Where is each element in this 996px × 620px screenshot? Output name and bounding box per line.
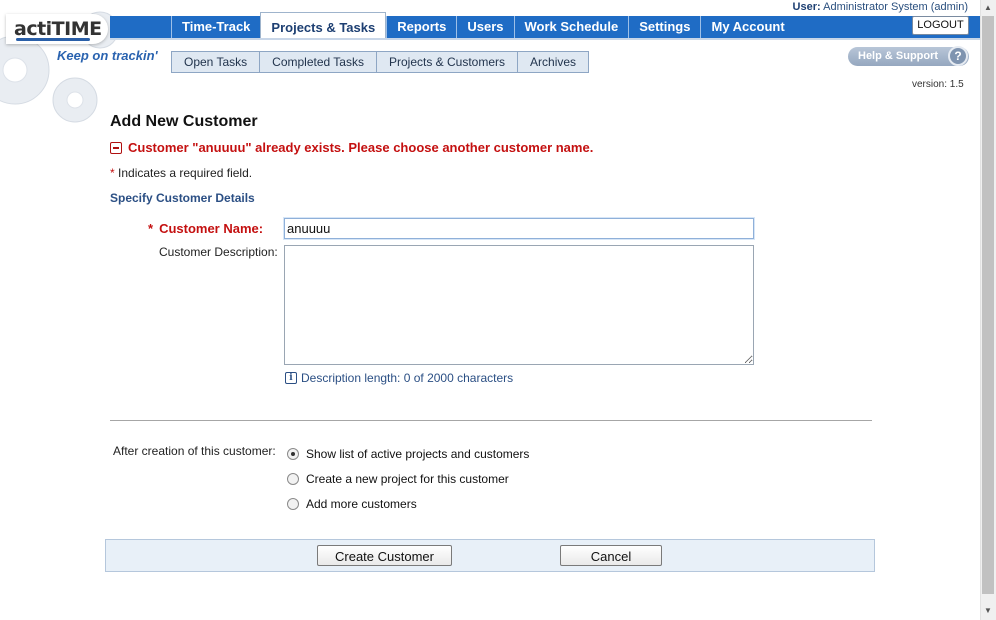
logout-button[interactable]: LOGOUT xyxy=(912,16,969,35)
subtab-archives[interactable]: Archives xyxy=(518,51,590,73)
radio-label: Create a new project for this customer xyxy=(306,472,509,486)
logo-text: actiTIME xyxy=(14,18,102,40)
after-creation-label: After creation of this customer: xyxy=(113,444,276,458)
tagline: Keep on trackin' xyxy=(57,48,158,63)
scrollbar-thumb[interactable] xyxy=(982,16,994,594)
user-name: Administrator System (admin) xyxy=(823,1,968,13)
required-star: * xyxy=(148,221,154,236)
customer-name-input[interactable] xyxy=(283,217,755,240)
subtab-projects-customers[interactable]: Projects & Customers xyxy=(376,51,519,73)
version-label: version: 1.5 xyxy=(912,79,964,90)
create-customer-button[interactable]: Create Customer xyxy=(317,545,452,566)
help-support-button[interactable]: Help & Support ? xyxy=(848,46,969,66)
required-field-note: * Indicates a required field. xyxy=(110,166,252,180)
customer-name-label-text: Customer Name: xyxy=(159,221,264,236)
tab-reports[interactable]: Reports xyxy=(386,16,456,38)
customer-name-label: * Customer Name: xyxy=(148,221,263,236)
required-note-text: Indicates a required field. xyxy=(114,166,253,180)
user-info: User: Administrator System (admin) xyxy=(793,1,968,13)
action-bar: Create Customer Cancel xyxy=(105,539,875,572)
main-nav-divider xyxy=(110,38,980,40)
description-length-info: i Description length: 0 of 2000 characte… xyxy=(285,371,513,385)
customer-description-label: Customer Description: xyxy=(159,245,278,259)
radio-label: Show list of active projects and custome… xyxy=(306,447,530,461)
scroll-up-icon[interactable]: ▲ xyxy=(982,2,994,14)
description-length-text: Description length: 0 of 2000 characters xyxy=(301,371,514,385)
main-nav-tabs: Time-Track Projects & Tasks Reports User… xyxy=(171,12,795,38)
radio-button[interactable] xyxy=(287,448,299,460)
question-icon: ? xyxy=(948,46,968,66)
radio-button[interactable] xyxy=(287,498,299,510)
logo-swoosh xyxy=(16,38,90,41)
page-title: Add New Customer xyxy=(110,113,258,130)
radio-add-more[interactable]: Add more customers xyxy=(287,497,417,511)
tab-settings[interactable]: Settings xyxy=(628,16,700,38)
cancel-button[interactable]: Cancel xyxy=(560,545,662,566)
error-minus-icon xyxy=(110,141,122,154)
radio-create-project[interactable]: Create a new project for this customer xyxy=(287,472,509,486)
tab-my-account[interactable]: My Account xyxy=(700,16,794,38)
tab-time-track[interactable]: Time-Track xyxy=(171,16,260,38)
sub-nav-tabs: Open Tasks Completed Tasks Projects & Cu… xyxy=(171,51,590,73)
radio-label: Add more customers xyxy=(306,497,417,511)
section-title: Specify Customer Details xyxy=(110,191,255,205)
divider xyxy=(110,420,872,421)
error-message: Customer "anuuuu" already exists. Please… xyxy=(110,140,593,155)
user-label: User: xyxy=(792,1,821,13)
radio-show-list[interactable]: Show list of active projects and custome… xyxy=(287,447,529,461)
subtab-completed-tasks[interactable]: Completed Tasks xyxy=(260,51,377,73)
radio-button[interactable] xyxy=(287,473,299,485)
tab-users[interactable]: Users xyxy=(456,16,513,38)
subtab-open-tasks[interactable]: Open Tasks xyxy=(171,51,261,73)
help-support-label: Help & Support xyxy=(858,50,939,62)
customer-description-textarea[interactable] xyxy=(284,245,754,365)
actitime-logo[interactable]: actiTIME xyxy=(6,14,108,44)
info-icon: i xyxy=(285,372,297,384)
tab-work-schedule[interactable]: Work Schedule xyxy=(513,16,629,38)
error-text: Customer "anuuuu" already exists. Please… xyxy=(128,140,594,155)
tab-projects-tasks[interactable]: Projects & Tasks xyxy=(260,12,387,38)
scroll-down-icon[interactable]: ▼ xyxy=(982,605,994,617)
